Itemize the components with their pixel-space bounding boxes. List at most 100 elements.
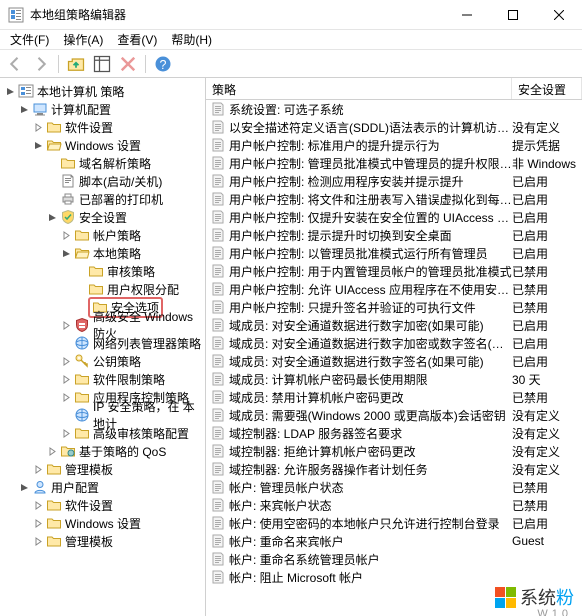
tree-pane[interactable]: 本地计算机 策略计算机配置软件设置Windows 设置域名解析策略脚本(启动/关…: [0, 78, 206, 616]
tree-item[interactable]: Windows 设置: [0, 514, 205, 532]
policy-row[interactable]: 域成员: 对安全通道数据进行数字签名(如果可能)已启用: [206, 352, 582, 370]
tree-item[interactable]: 用户配置: [0, 478, 205, 496]
folder-icon: [46, 461, 62, 477]
policy-row[interactable]: 域控制器: 拒绝计算机帐户密码更改没有定义: [206, 442, 582, 460]
tree-item[interactable]: 脚本(启动/关机): [0, 172, 205, 190]
help-button[interactable]: ?: [152, 53, 174, 75]
policy-row[interactable]: 域成员: 需要强(Windows 2000 或更高版本)会话密钥没有定义: [206, 406, 582, 424]
policy-row[interactable]: 域控制器: 允许服务器操作者计划任务没有定义: [206, 460, 582, 478]
policy-row[interactable]: 以安全描述符定义语言(SDDL)语法表示的计算机访问限制没有定义: [206, 118, 582, 136]
policy-row[interactable]: 用户帐户控制: 用于内置管理员帐户的管理员批准模式已禁用: [206, 262, 582, 280]
policy-row[interactable]: 用户帐户控制: 管理员批准模式中管理员的提升权限提示的...非 Windows: [206, 154, 582, 172]
tree-item-label: 脚本(启动/关机): [79, 173, 162, 190]
policy-row[interactable]: 帐户: 使用空密码的本地帐户只允许进行控制台登录已启用: [206, 514, 582, 532]
tree-item[interactable]: 已部署的打印机: [0, 190, 205, 208]
policy-row[interactable]: 用户帐户控制: 提示提升时切换到安全桌面已启用: [206, 226, 582, 244]
menu-help[interactable]: 帮助(H): [165, 29, 218, 50]
policy-label: 用户帐户控制: 标准用户的提升提示行为: [229, 137, 512, 154]
policy-row[interactable]: 域控制器: LDAP 服务器签名要求没有定义: [206, 424, 582, 442]
policy-row[interactable]: 域成员: 对安全通道数据进行数字加密(如果可能)已启用: [206, 316, 582, 334]
menu-view[interactable]: 查看(V): [111, 29, 163, 50]
tree-item[interactable]: 公钥策略: [0, 352, 205, 370]
policy-row[interactable]: 帐户: 重命名来宾帐户Guest: [206, 532, 582, 550]
tree-item[interactable]: 网络列表管理器策略: [0, 334, 205, 352]
policy-row[interactable]: 用户帐户控制: 允许 UIAccess 应用程序在不使用安全桌面...已禁用: [206, 280, 582, 298]
policy-item-icon: [210, 317, 226, 333]
policy-label: 帐户: 来宾帐户状态: [229, 497, 512, 514]
qos-icon: [60, 443, 76, 459]
tree-item-label: 管理模板: [65, 533, 113, 550]
tree-item[interactable]: 软件设置: [0, 118, 205, 136]
tree-item[interactable]: 本地策略: [0, 244, 205, 262]
tree-item[interactable]: 管理模板: [0, 460, 205, 478]
tree-expander[interactable]: [58, 389, 74, 405]
tree-expander[interactable]: [2, 83, 18, 99]
list-body[interactable]: 系统设置: 可选子系统以安全描述符定义语言(SDDL)语法表示的计算机访问限制没…: [206, 100, 582, 616]
tree-expander[interactable]: [58, 371, 74, 387]
tree-expander[interactable]: [58, 425, 74, 441]
tree-item[interactable]: 用户权限分配: [0, 280, 205, 298]
tree-expander[interactable]: [16, 479, 32, 495]
policy-row[interactable]: 域成员: 禁用计算机帐户密码更改已禁用: [206, 388, 582, 406]
tree-expander[interactable]: [30, 137, 46, 153]
tree-item[interactable]: 高级安全 Windows 防火: [0, 316, 205, 334]
tree-expander[interactable]: [16, 101, 32, 117]
menu-file[interactable]: 文件(F): [4, 29, 55, 50]
tree-item[interactable]: 软件限制策略: [0, 370, 205, 388]
tree-expander[interactable]: [58, 227, 74, 243]
tree-expander[interactable]: [30, 119, 46, 135]
firewall-icon: [74, 317, 90, 333]
policy-item-icon: [210, 353, 226, 369]
tree-expander: [44, 173, 60, 189]
tree-expander[interactable]: [58, 353, 74, 369]
menu-action[interactable]: 操作(A): [57, 29, 109, 50]
tree-item[interactable]: 本地计算机 策略: [0, 82, 205, 100]
policy-setting: 已启用: [512, 245, 582, 262]
tree-item[interactable]: 软件设置: [0, 496, 205, 514]
tree-item[interactable]: 审核策略: [0, 262, 205, 280]
separator: [58, 55, 59, 73]
policy-row[interactable]: 用户帐户控制: 仅提升安装在安全位置的 UIAccess 应用程序已启用: [206, 208, 582, 226]
policy-row[interactable]: 域成员: 计算机帐户密码最长使用期限30 天: [206, 370, 582, 388]
delete-button[interactable]: [117, 53, 139, 75]
policy-row[interactable]: 用户帐户控制: 以管理员批准模式运行所有管理员已启用: [206, 244, 582, 262]
up-level-button[interactable]: [65, 53, 87, 75]
policy-row[interactable]: 帐户: 来宾帐户状态已禁用: [206, 496, 582, 514]
tree-item[interactable]: 基于策略的 QoS: [0, 442, 205, 460]
policy-row[interactable]: 用户帐户控制: 将文件和注册表写入错误虚拟化到每用户位置已启用: [206, 190, 582, 208]
policy-row[interactable]: 用户帐户控制: 标准用户的提升提示行为提示凭据: [206, 136, 582, 154]
tree-expander[interactable]: [44, 209, 60, 225]
tree-item[interactable]: 帐户策略: [0, 226, 205, 244]
tree-expander[interactable]: [44, 443, 60, 459]
tree-expander[interactable]: [30, 461, 46, 477]
show-hide-tree-button[interactable]: [91, 53, 113, 75]
tree-item[interactable]: 高级审核策略配置: [0, 424, 205, 442]
minimize-button[interactable]: [444, 0, 490, 29]
policy-setting: 已禁用: [512, 299, 582, 316]
tree-expander[interactable]: [30, 533, 46, 549]
tree-item[interactable]: Windows 设置: [0, 136, 205, 154]
maximize-button[interactable]: [490, 0, 536, 29]
policy-row[interactable]: 帐户: 重命名系统管理员帐户: [206, 550, 582, 568]
close-button[interactable]: [536, 0, 582, 29]
policy-row[interactable]: 系统设置: 可选子系统: [206, 100, 582, 118]
policy-setting: 没有定义: [512, 119, 582, 136]
column-header-policy[interactable]: 策略: [206, 78, 512, 99]
tree-item[interactable]: 域名解析策略: [0, 154, 205, 172]
policy-row[interactable]: 帐户: 管理员帐户状态已禁用: [206, 478, 582, 496]
tree-item[interactable]: 计算机配置: [0, 100, 205, 118]
tree-expander[interactable]: [30, 497, 46, 513]
tree-expander[interactable]: [58, 245, 74, 261]
forward-button[interactable]: [30, 53, 52, 75]
policy-row[interactable]: 用户帐户控制: 检测应用程序安装并提示提升已启用: [206, 172, 582, 190]
tree-expander[interactable]: [58, 317, 74, 333]
policy-row[interactable]: 用户帐户控制: 只提升签名并验证的可执行文件已禁用: [206, 298, 582, 316]
back-button[interactable]: [4, 53, 26, 75]
column-header-setting[interactable]: 安全设置: [512, 78, 582, 99]
tree-item[interactable]: 管理模板: [0, 532, 205, 550]
policy-row[interactable]: 域成员: 对安全通道数据进行数字加密或数字签名(始终)已启用: [206, 334, 582, 352]
tree-expander[interactable]: [30, 515, 46, 531]
tree-item[interactable]: IP 安全策略，在 本地计: [0, 406, 205, 424]
tree-item[interactable]: 安全设置: [0, 208, 205, 226]
policy-row[interactable]: 帐户: 阻止 Microsoft 帐户: [206, 568, 582, 586]
